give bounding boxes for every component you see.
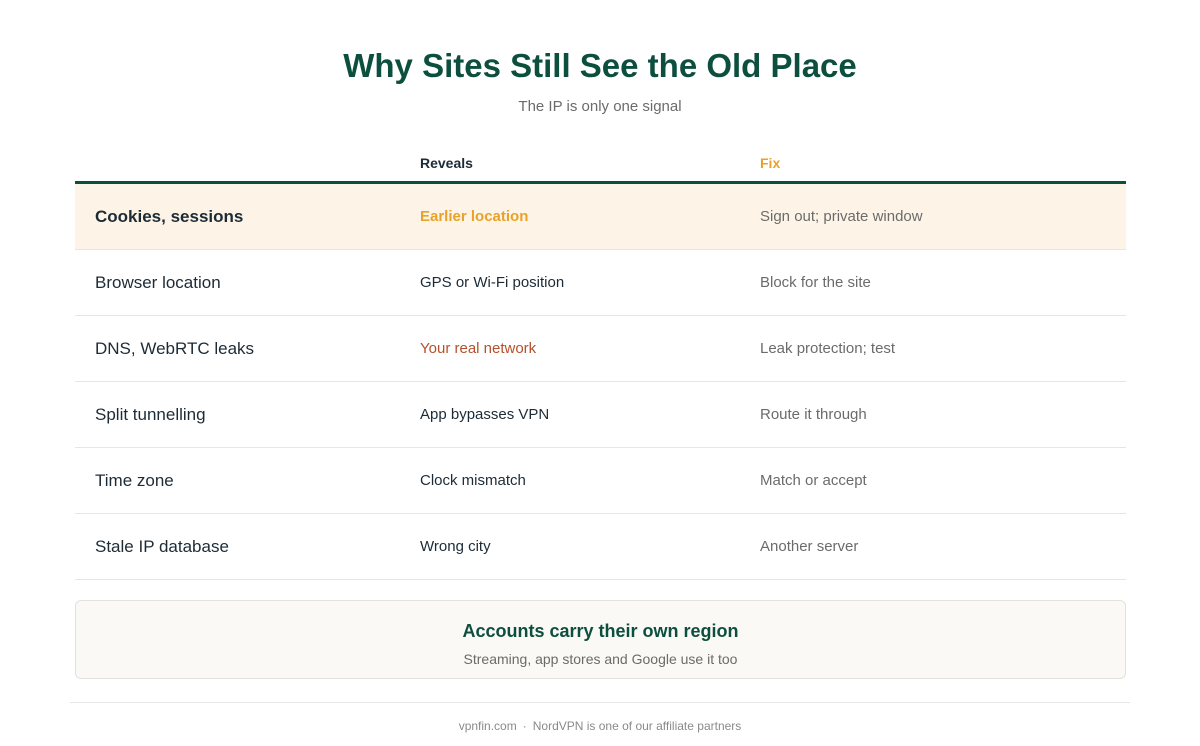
footer-separator: · (522, 719, 527, 733)
signal-cell: Browser location (95, 273, 221, 292)
table-row: Stale IP database Wrong city Another ser… (75, 514, 1126, 580)
reveals-cell: Wrong city (420, 538, 491, 555)
signal-cell: Time zone (95, 471, 174, 490)
reveals-cell: Earlier location (420, 208, 529, 225)
footer-site: vpnfin.com (458, 719, 517, 733)
table-row: Time zone Clock mismatch Match or accept (75, 448, 1126, 514)
signals-table: Reveals Fix Cookies, sessions Earlier lo… (75, 148, 1126, 580)
fix-cell: Block for the site (760, 274, 871, 291)
footer: vpnfin.com · NordVPN is one of our affilia… (0, 718, 1200, 734)
accounts-callout: Accounts carry their own region Streamin… (75, 600, 1126, 679)
table-row: Browser location GPS or Wi-Fi position B… (75, 250, 1126, 316)
fix-cell: Another server (760, 538, 859, 555)
fix-cell: Match or accept (760, 472, 867, 489)
page: Why Sites Still See the Old Place The IP… (0, 0, 1200, 746)
reveals-cell: App bypasses VPN (420, 406, 550, 423)
callout-text: Streaming, app stores and Google use it … (463, 651, 738, 667)
footer-divider (70, 702, 1130, 703)
footer-affiliate-note: NordVPN is one of our affiliate partners (532, 719, 742, 733)
fix-cell: Route it through (760, 406, 867, 423)
column-header-fix: Fix (760, 155, 781, 171)
page-title: Why Sites Still See the Old Place (343, 47, 857, 84)
table-row: DNS, WebRTC leaks Your real network Leak… (75, 316, 1126, 382)
signal-cell: Split tunnelling (95, 405, 206, 424)
page-subtitle: The IP is only one signal (518, 98, 682, 115)
reveals-cell: Your real network (420, 340, 537, 357)
table-row: Split tunnelling App bypasses VPN Route … (75, 382, 1126, 448)
table-row: Cookies, sessions Earlier location Sign … (75, 184, 1126, 250)
signal-cell: Cookies, sessions (95, 207, 244, 226)
reveals-cell: Clock mismatch (420, 472, 526, 489)
signal-cell: Stale IP database (95, 537, 229, 556)
fix-cell: Leak protection; test (760, 340, 896, 357)
reveals-cell: GPS or Wi-Fi position (420, 274, 565, 291)
fix-cell: Sign out; private window (760, 208, 923, 225)
table-header: Reveals Fix (75, 148, 1126, 184)
callout-title: Accounts carry their own region (462, 621, 739, 641)
column-header-reveals: Reveals (420, 155, 473, 171)
signal-cell: DNS, WebRTC leaks (95, 339, 255, 358)
